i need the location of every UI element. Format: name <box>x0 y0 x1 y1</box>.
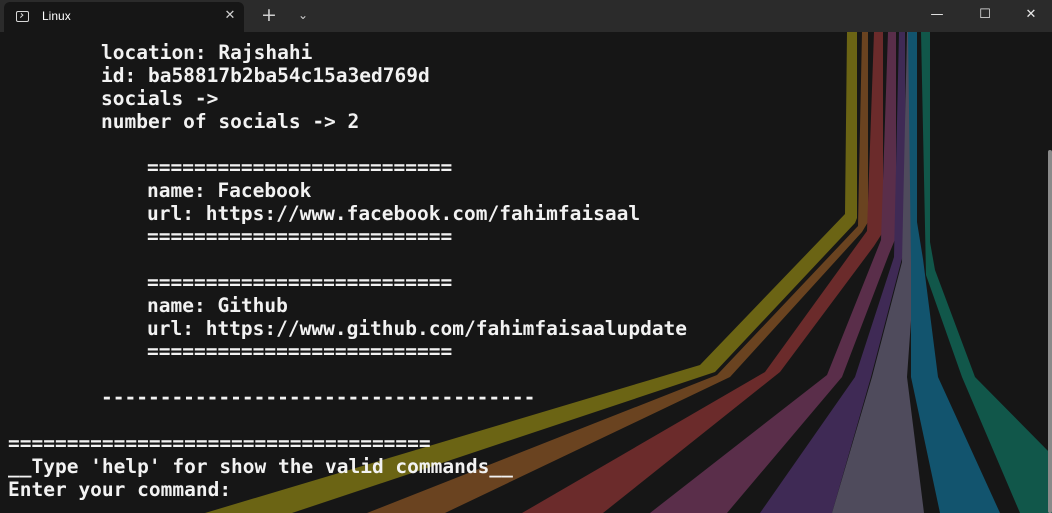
title-bar: Linux ✕ + ⌄ — ☐ ✕ <box>0 0 1052 32</box>
social-separator: ========================== <box>147 156 453 179</box>
new-tab-button[interactable]: + <box>258 4 280 26</box>
tab-close-icon[interactable]: ✕ <box>221 7 239 25</box>
close-button[interactable]: ✕ <box>1008 0 1052 30</box>
social-url-line: url: https://www.github.com/fahimfaisaal… <box>147 317 688 340</box>
id-line: id: ba58817b2ba54c15a3ed769d <box>101 64 430 87</box>
terminal-window: Linux ✕ + ⌄ — ☐ ✕ location: Rajshahi id:… <box>0 0 1052 513</box>
scrollbar[interactable] <box>1048 150 1052 513</box>
social-separator: ========================== <box>147 340 453 363</box>
help-hint: __Type 'help' for show the valid command… <box>8 455 513 478</box>
socials-line: socials -> <box>101 87 219 110</box>
social-name-line: name: Github <box>147 294 288 317</box>
command-prompt[interactable]: Enter your command: <box>8 478 231 501</box>
chevron-down-icon[interactable]: ⌄ <box>292 4 314 26</box>
social-separator: ========================== <box>147 225 453 248</box>
terminal-icon <box>16 11 29 22</box>
location-line: location: Rajshahi <box>101 41 313 64</box>
social-url-line: url: https://www.facebook.com/fahimfaisa… <box>147 202 641 225</box>
social-separator: ========================== <box>147 271 453 294</box>
terminal-output[interactable]: location: Rajshahi id: ba58817b2ba54c15a… <box>0 32 1040 513</box>
maximize-button[interactable]: ☐ <box>962 0 1008 30</box>
tab-title: Linux <box>42 9 71 23</box>
equals-separator: ==================================== <box>8 432 431 455</box>
social-name-line: name: Facebook <box>147 179 312 202</box>
tab-linux[interactable]: Linux ✕ <box>4 2 244 32</box>
minimize-button[interactable]: — <box>914 0 960 30</box>
dash-separator: ------------------------------------- <box>101 386 536 409</box>
social-count-line: number of socials -> 2 <box>101 110 360 133</box>
